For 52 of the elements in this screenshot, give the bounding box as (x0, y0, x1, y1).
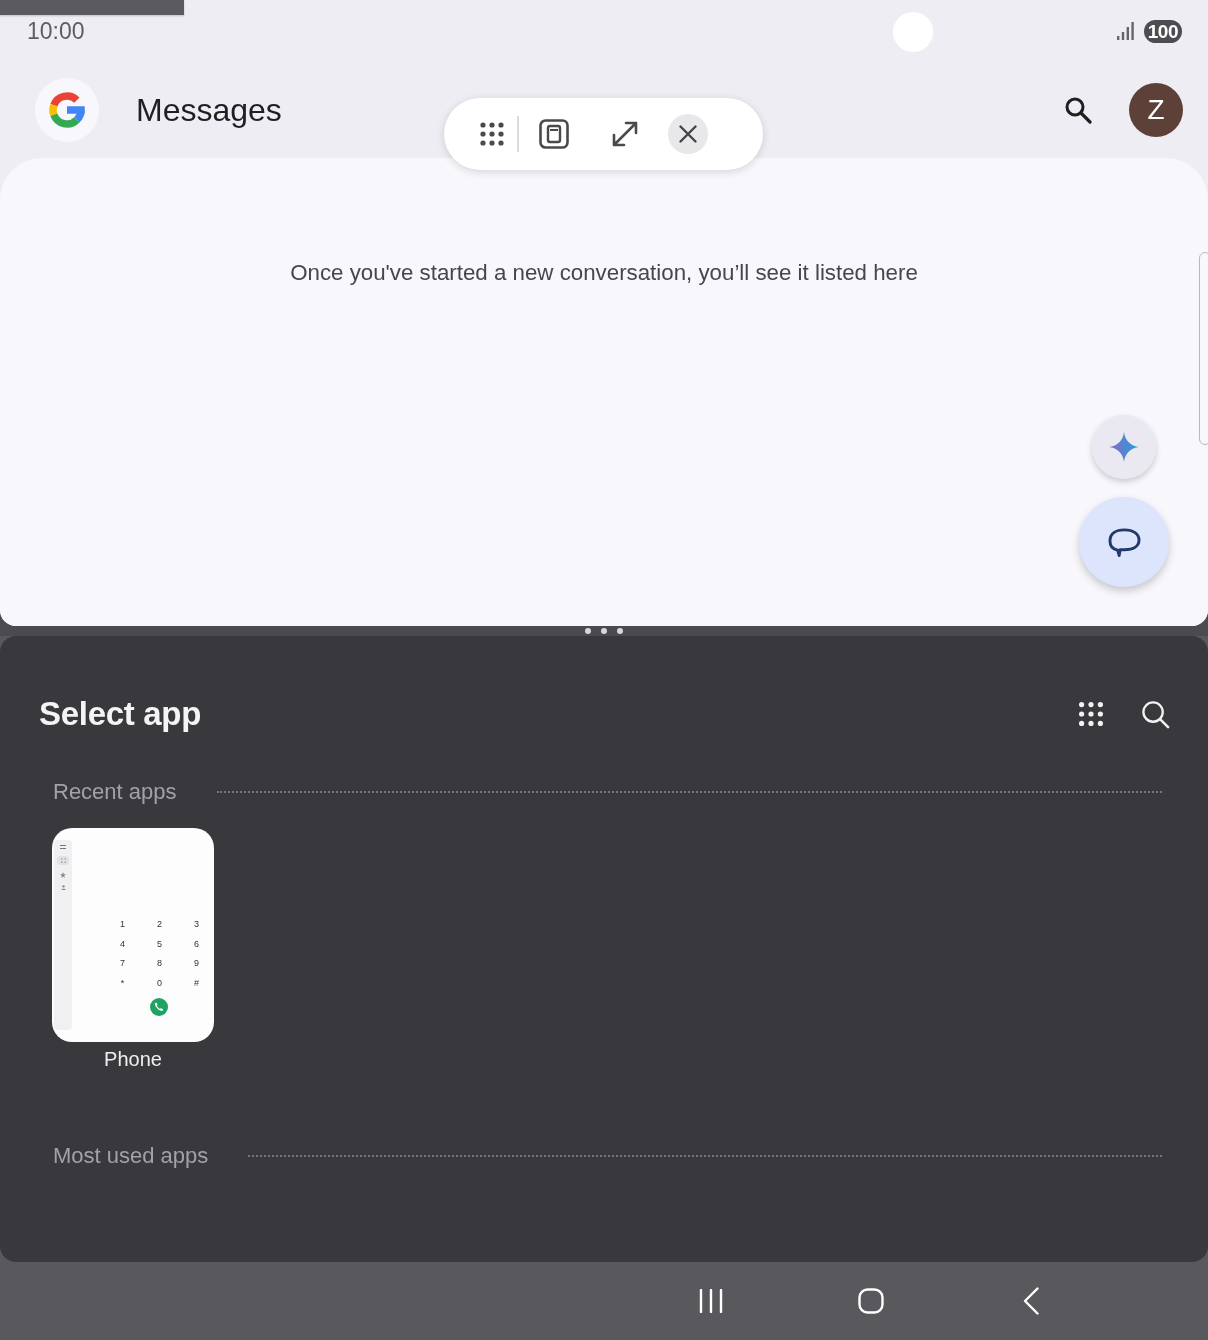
close-button[interactable] (667, 114, 708, 154)
apps-button[interactable] (480, 122, 504, 146)
start-chat-button[interactable] (1079, 497, 1169, 587)
app-preview[interactable]: 1 2 3 4 5 6 7 8 9 * 0 # (52, 828, 214, 1042)
three-dots-icon (585, 628, 623, 634)
split-handle[interactable] (585, 628, 623, 634)
menu-icon (60, 845, 66, 849)
section-title: Recent apps (53, 779, 177, 805)
dial-key: 3 (194, 915, 199, 935)
dial-key: 1 (120, 915, 125, 935)
search-icon (1141, 699, 1170, 729)
account-avatar[interactable]: Z (1129, 83, 1183, 137)
search-button[interactable] (1064, 96, 1092, 124)
dial-key: 6 (194, 934, 199, 954)
expand-icon (610, 120, 639, 148)
search-icon (1064, 96, 1092, 124)
home-icon (858, 1288, 884, 1314)
dial-key: 9 (194, 954, 199, 974)
dial-key: 4 (120, 934, 125, 954)
split-view-button[interactable] (538, 119, 569, 149)
window-icon (538, 119, 569, 149)
dial-key: * (120, 973, 125, 993)
dial-key: 2 (157, 915, 162, 935)
expand-button[interactable] (610, 120, 639, 148)
assistant-button[interactable] (1092, 415, 1156, 479)
person-icon (60, 885, 66, 890)
app-title: Messages (136, 91, 282, 129)
grid-icon (1079, 702, 1103, 726)
sparkle-icon (1109, 432, 1139, 462)
recents-icon (699, 1289, 723, 1313)
empty-state-message: Once you've started a new conversation, you’ll see it listed here (289, 259, 919, 287)
search-button[interactable] (1141, 699, 1170, 729)
dial-key: 0 (157, 973, 162, 993)
g-logo-icon (35, 78, 99, 142)
star-icon (60, 872, 66, 878)
grid-icon (60, 858, 66, 863)
dial-key: # (194, 973, 199, 993)
back-icon (1023, 1287, 1039, 1315)
dial-key: 8 (157, 954, 162, 974)
app-name[interactable]: Phone (104, 1048, 162, 1070)
call-icon (150, 998, 168, 1016)
dial-key: 5 (157, 934, 162, 954)
close-icon (678, 125, 697, 143)
grid-icon (480, 122, 504, 146)
chat-bubble-icon (1107, 526, 1141, 558)
status-time: 10:00 (27, 19, 85, 43)
battery-level: 100 (1143, 19, 1182, 43)
section-title: Most used apps (53, 1143, 209, 1169)
all-apps-button[interactable] (1079, 702, 1103, 726)
signal-icon (1116, 22, 1134, 40)
dial-key: 7 (120, 954, 125, 974)
picker-title: Select app (39, 695, 202, 733)
